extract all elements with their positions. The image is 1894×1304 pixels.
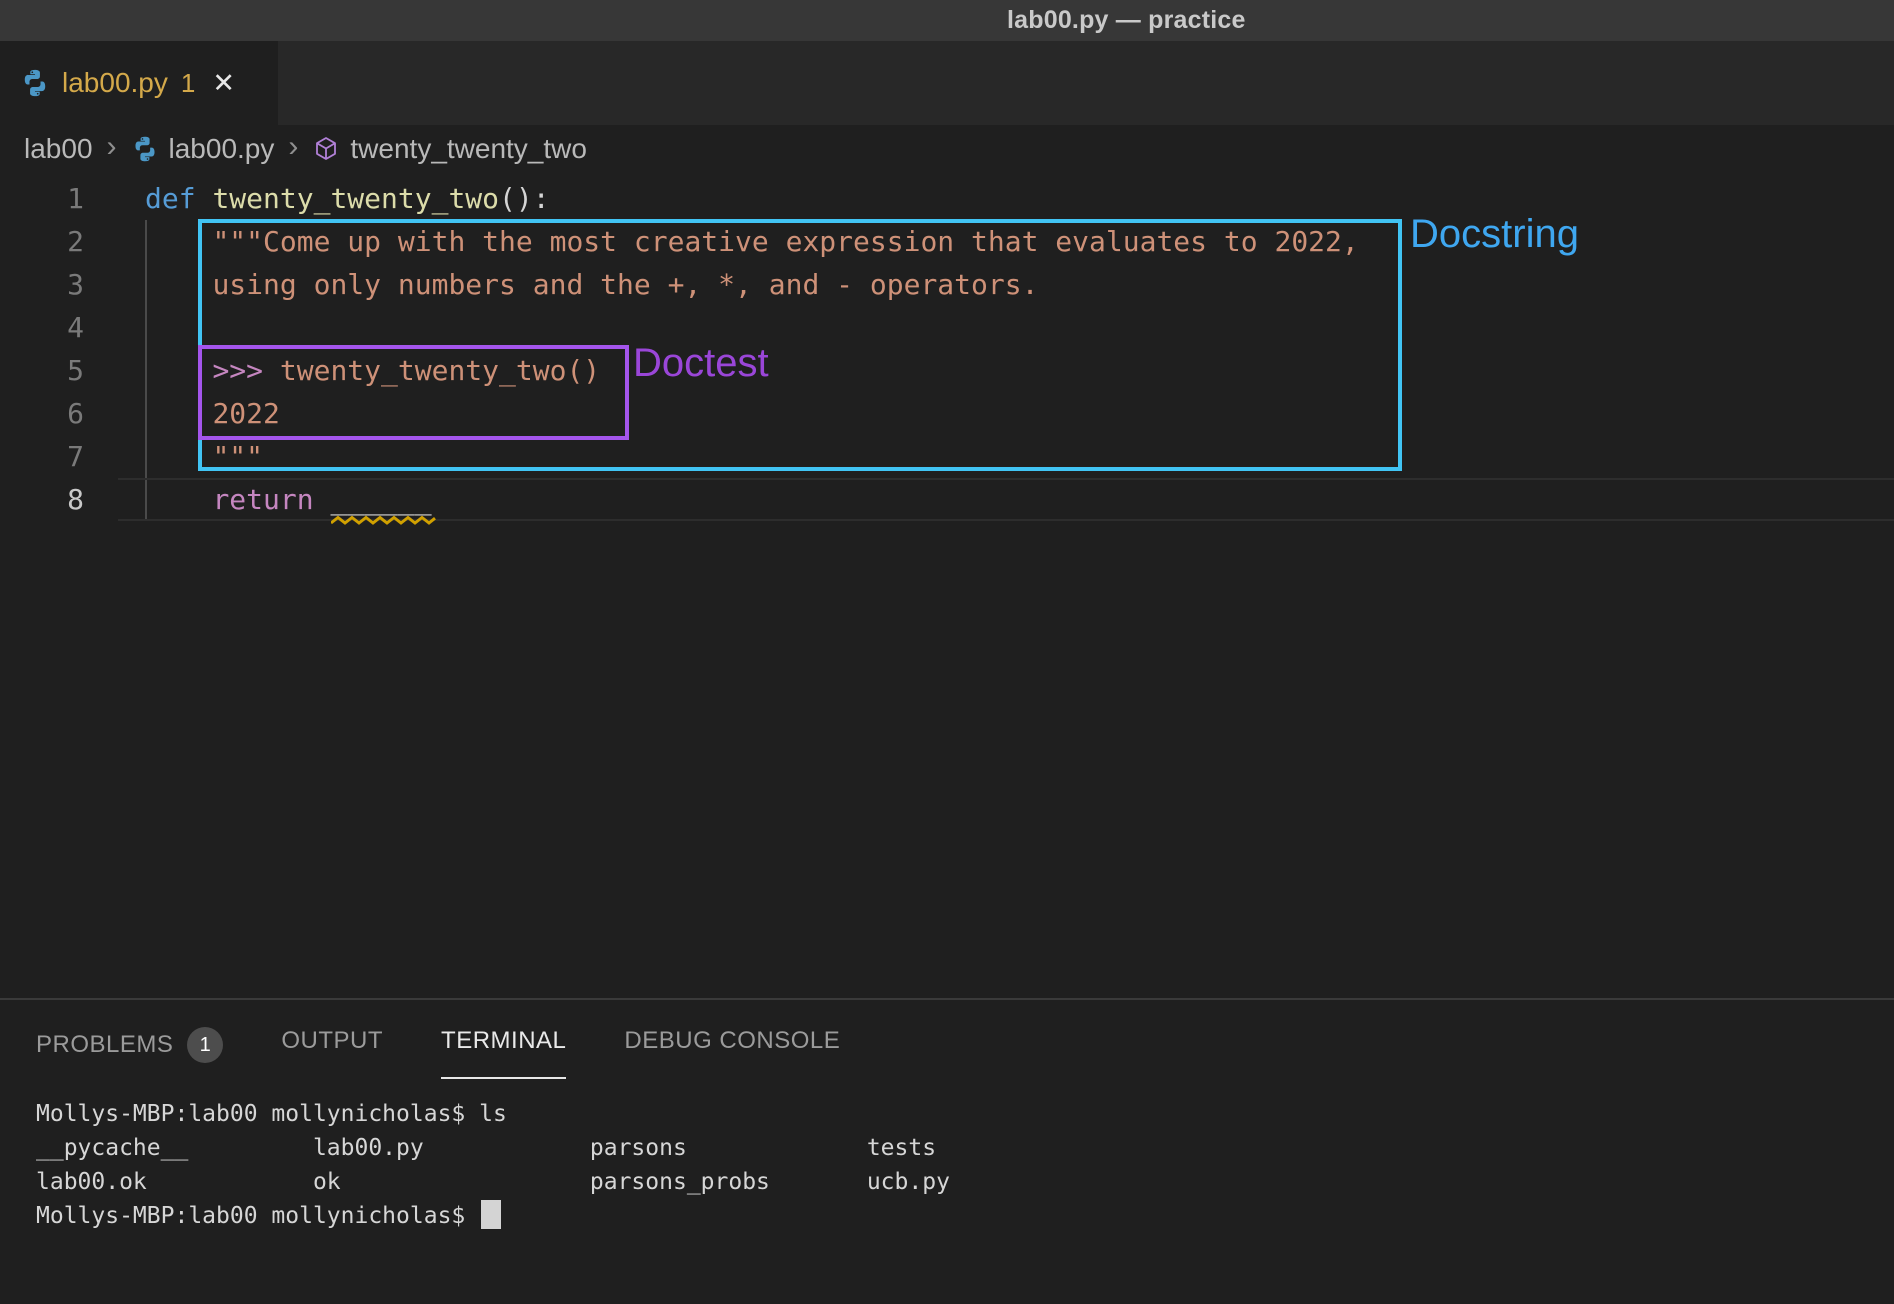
tab-label: lab00.py [62,67,168,99]
code-text: >>> twenty_twenty_two() [145,349,600,392]
code-line-2[interactable]: 2 """Come up with the most creative expr… [0,220,1894,263]
terminal-output[interactable]: Mollys-MBP:lab00 mollynicholas$ ls__pyca… [0,1087,1894,1233]
vscode-window: lab00.py — practice lab00.py 1 ✕ lab00›l… [0,0,1894,1304]
terminal-line-4: Mollys-MBP:lab00 mollynicholas$ [36,1199,1894,1233]
breadcrumb-item-lab00[interactable]: lab00 [24,133,93,165]
line-number-4: 4 [0,306,84,349]
code-text: """ [145,435,263,478]
breadcrumb-item-lab00.py[interactable]: lab00.py [131,133,275,165]
breadcrumb-label: twenty_twenty_two [350,133,587,165]
tab-dirty-indicator: 1 [181,68,195,99]
code-lines: 1def twenty_twenty_two():2 """Come up wi… [0,172,1894,521]
panel-tab-terminal[interactable]: TERMINAL [441,1027,566,1079]
line-number-8: 8 [0,478,84,521]
window-title: lab00.py — practice [1007,6,1246,35]
titlebar: lab00.py — practice [0,0,1894,41]
code-line-3[interactable]: 3 using only numbers and the +, *, and -… [0,263,1894,306]
panel-tab-debug-console[interactable]: DEBUG CONSOLE [624,1027,840,1079]
chevron-right-icon: › [107,130,117,164]
close-icon[interactable]: ✕ [212,70,235,97]
panel-tab-output[interactable]: OUTPUT [281,1027,383,1079]
line-number-7: 7 [0,435,84,478]
panel-tab-label: TERMINAL [441,1027,566,1055]
panel-tab-problems[interactable]: PROBLEMS 1 [36,1027,223,1087]
code-line-8[interactable]: 8 return ______ [0,478,1894,521]
line-number-1: 1 [0,177,84,220]
breadcrumb-label: lab00 [24,133,93,165]
code-line-4[interactable]: 4 [0,306,1894,349]
breadcrumb: lab00 › lab00.py › twenty_twenty_two [0,125,1894,172]
code-line-7[interactable]: 7 """ [0,435,1894,478]
panel-tabs: PROBLEMS 1 OUTPUT TERMINAL DEBUG CONSOLE [0,1000,1894,1087]
panel-tab-label: DEBUG CONSOLE [624,1027,840,1055]
line-number-3: 3 [0,263,84,306]
bottom-panel: PROBLEMS 1 OUTPUT TERMINAL DEBUG CONSOLE Mol… [0,998,1894,1304]
breadcrumb-label: lab00.py [169,133,275,165]
code-line-1[interactable]: 1 def twenty_twenty_two(): [0,177,1894,220]
doctest-annotation-label: Doctest [633,341,769,386]
line-number-6: 6 [0,392,84,435]
tab-lab00-py[interactable]: lab00.py 1 ✕ [0,41,278,125]
editor-tab-bar: lab00.py 1 ✕ [0,41,1894,125]
chevron-right-icon: › [288,130,298,164]
terminal-cursor [481,1200,501,1229]
code-text: def twenty_twenty_two(): [145,177,550,220]
panel-tab-label: PROBLEMS [36,1031,173,1059]
code-text: using only numbers and the +, *, and - o… [145,263,1038,306]
panel-tab-label: OUTPUT [281,1027,383,1055]
docstring-annotation-label: Docstring [1410,212,1579,257]
python-icon [20,68,50,98]
terminal-line-1: Mollys-MBP:lab00 mollynicholas$ ls [36,1097,1894,1131]
warning-squiggle-icon [331,515,437,526]
python-icon [131,135,159,163]
problems-count-badge: 1 [187,1027,223,1063]
code-line-6[interactable]: 6 2022 [0,392,1894,435]
breadcrumb-item-twenty_twenty_two[interactable]: twenty_twenty_two [312,133,587,165]
code-line-5[interactable]: 5 >>> twenty_twenty_two() [0,349,1894,392]
code-text: 2022 [145,392,280,435]
symbol-cube-icon [312,135,340,163]
line-number-2: 2 [0,220,84,263]
code-editor[interactable]: 1def twenty_twenty_two():2 """Come up wi… [0,172,1894,998]
line-number-5: 5 [0,349,84,392]
code-text: """Come up with the most creative expres… [145,220,1359,263]
terminal-line-2: __pycache__ lab00.py parsons tests [36,1131,1894,1165]
terminal-line-3: lab00.ok ok parsons_probs ucb.py [36,1165,1894,1199]
